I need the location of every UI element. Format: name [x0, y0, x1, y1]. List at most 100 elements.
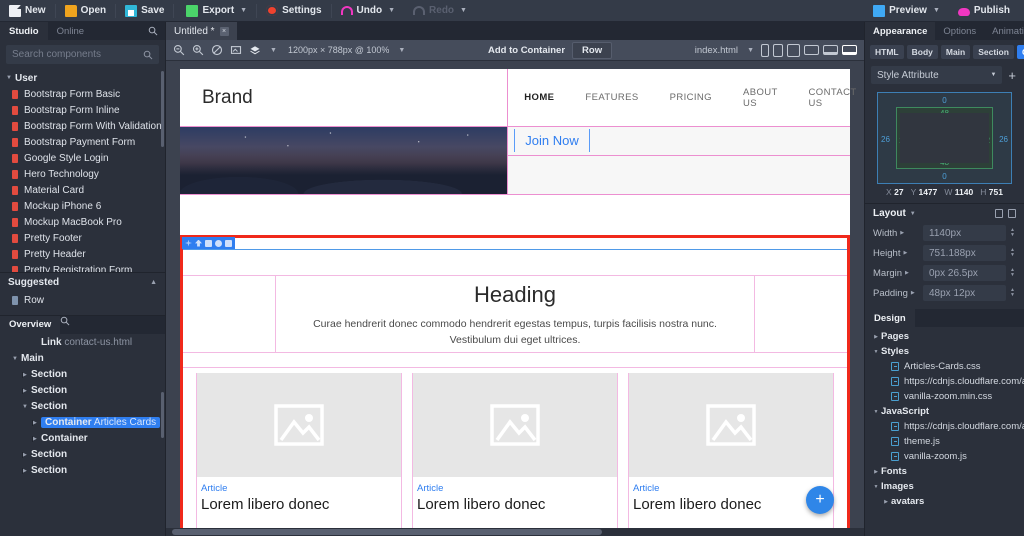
chevron-right-icon[interactable]: ▶ — [900, 230, 904, 236]
tab-overview[interactable]: Overview — [0, 316, 60, 334]
overview-node[interactable]: Section — [0, 447, 165, 463]
overview-scrollbar[interactable] — [161, 392, 164, 438]
copy-icon[interactable] — [995, 209, 1003, 218]
overview-node[interactable]: Section — [0, 383, 165, 399]
card-title[interactable]: Lorem libero donec — [417, 496, 613, 513]
design-file-node[interactable]: https://cdnjs.cloudflare.com/ajax/libs/b… — [865, 374, 1024, 389]
canvas-horizontal-scrollbar[interactable] — [166, 528, 864, 536]
stepper-icon[interactable]: ▲▼ — [1010, 248, 1018, 258]
overview-node[interactable]: Section — [0, 367, 165, 383]
panel-search-icon[interactable] — [141, 22, 165, 40]
card-image-placeholder[interactable] — [413, 373, 617, 477]
publish-button[interactable]: Publish — [949, 0, 1024, 22]
chevron-down-icon[interactable] — [12, 356, 21, 362]
component-group[interactable]: User — [0, 70, 165, 86]
chevron-right-icon[interactable]: ▶ — [881, 499, 891, 505]
card-tag[interactable]: Article — [201, 483, 397, 494]
overview-node[interactable]: Container — [0, 431, 165, 447]
chevron-down-icon[interactable]: ▼ — [460, 7, 467, 14]
design-group-node[interactable]: ▼Images — [865, 479, 1024, 494]
overview-node[interactable]: Section — [0, 399, 165, 415]
selection-toolbar[interactable] — [182, 237, 235, 249]
copy-icon[interactable] — [205, 240, 212, 247]
save-button[interactable]: Save — [116, 0, 173, 22]
prop-value-input[interactable]: 751.188px — [923, 245, 1006, 261]
overview-node[interactable]: Section — [0, 463, 165, 479]
document-tab-untitled[interactable]: Untitled * × — [166, 22, 237, 40]
join-now-button[interactable]: Join Now — [514, 129, 589, 152]
chevron-down-icon[interactable]: ▼ — [990, 72, 996, 78]
overview-node[interactable]: Main — [0, 351, 165, 367]
chevron-down-icon[interactable]: ▼ — [910, 211, 916, 217]
site-header[interactable]: Brand HOMEFEATURESPRICINGABOUT USCONTACT… — [180, 69, 850, 127]
chevron-right-icon[interactable]: ▶ — [911, 290, 915, 296]
design-group-node[interactable]: ▼Styles — [865, 344, 1024, 359]
tab-design[interactable]: Design — [865, 309, 915, 327]
margin-top-value[interactable]: 0 — [942, 96, 946, 105]
style-attribute-select[interactable]: Style Attribute ▼ — [871, 66, 1002, 84]
article-card[interactable]: Article Lorem libero donec — [196, 373, 402, 528]
layers-icon[interactable] — [249, 44, 261, 56]
component-item[interactable]: Google Style Login — [0, 150, 165, 166]
export-button[interactable]: Export ▼ — [174, 0, 256, 22]
tab-studio[interactable]: Studio — [0, 22, 48, 40]
breadcrumb-container[interactable]: Container — [1017, 45, 1024, 59]
component-item[interactable]: Bootstrap Form Basic — [0, 86, 165, 102]
brand-block[interactable]: Brand — [180, 69, 508, 126]
chevron-right-icon[interactable] — [32, 436, 41, 442]
chevron-right-icon[interactable] — [22, 452, 31, 458]
component-item[interactable]: Pretty Registration Form — [0, 262, 165, 272]
component-item[interactable]: Hero Technology — [0, 166, 165, 182]
left-tree-scrollbar[interactable] — [161, 71, 164, 147]
chevron-down-icon[interactable]: ▼ — [747, 47, 754, 54]
hide-icon[interactable] — [215, 240, 222, 247]
design-group-node[interactable]: ▶Fonts — [865, 464, 1024, 479]
stepper-icon[interactable]: ▲▼ — [1010, 288, 1018, 298]
margin-left-value[interactable]: 26 — [881, 135, 890, 144]
search-input[interactable]: Search components — [6, 45, 159, 64]
design-group-node[interactable]: ▼JavaScript — [865, 404, 1024, 419]
move-icon[interactable] — [185, 240, 192, 247]
card-title[interactable]: Lorem libero donec — [633, 496, 829, 513]
zoom-out-icon[interactable] — [173, 44, 185, 56]
chevron-down-icon[interactable]: ▼ — [933, 7, 940, 14]
prop-value-input[interactable]: 48px 12px — [923, 285, 1006, 301]
tablet-icon[interactable] — [773, 44, 783, 57]
component-item[interactable]: Bootstrap Form Inline — [0, 102, 165, 118]
row-button[interactable]: Row — [572, 42, 612, 59]
hero-side[interactable]: Join Now — [508, 127, 850, 194]
card-image-placeholder[interactable] — [197, 373, 401, 477]
component-item[interactable]: Bootstrap Payment Form — [0, 134, 165, 150]
nav-link-pricing[interactable]: PRICING — [670, 92, 712, 103]
tablet-landscape-icon[interactable] — [787, 44, 800, 57]
stepper-icon[interactable]: ▲▼ — [1010, 268, 1018, 278]
hero-image[interactable] — [180, 127, 508, 194]
component-item[interactable]: Mockup MacBook Pro — [0, 214, 165, 230]
nav-link-contact-us[interactable]: CONTACT US — [809, 87, 857, 109]
heading-center[interactable]: Heading Curae hendrerit donec commodo he… — [276, 276, 754, 352]
nav-link-home[interactable]: HOME — [524, 92, 554, 103]
component-item[interactable]: Material Card — [0, 182, 165, 198]
chevron-right-icon[interactable]: ▶ — [905, 270, 909, 276]
chevron-down-icon[interactable] — [6, 75, 15, 81]
desktop-icon[interactable] — [823, 45, 838, 55]
prop-value-input[interactable]: 0px 26.5px — [923, 265, 1006, 281]
zoom-in-icon[interactable] — [192, 44, 204, 56]
design-group-node[interactable]: ▶Pages — [865, 329, 1024, 344]
chevron-down-icon[interactable] — [22, 404, 31, 410]
design-file-node[interactable]: Articles-Cards.css — [865, 359, 1024, 374]
chevron-down-icon[interactable]: ▼ — [398, 47, 405, 54]
card-title[interactable]: Lorem libero donec — [201, 496, 397, 513]
parent-icon[interactable] — [195, 240, 202, 247]
margin-bottom-value[interactable]: 0 — [942, 172, 946, 181]
design-tree[interactable]: ▶Pages▼StylesArticles-Cards.csshttps://c… — [865, 327, 1024, 536]
floating-action-button[interactable]: + — [806, 486, 834, 514]
component-item[interactable]: Pretty Header — [0, 246, 165, 262]
overview-node[interactable]: Link contact-us.html — [0, 335, 165, 351]
phone-icon[interactable] — [761, 44, 769, 57]
component-item[interactable]: Mockup iPhone 6 — [0, 198, 165, 214]
rendered-page[interactable]: Brand HOMEFEATURESPRICINGABOUT USCONTACT… — [180, 69, 850, 528]
settings-button[interactable]: Settings — [257, 0, 330, 22]
scrollbar-thumb[interactable] — [172, 529, 602, 535]
suggested-item-row[interactable]: Row — [0, 293, 165, 309]
